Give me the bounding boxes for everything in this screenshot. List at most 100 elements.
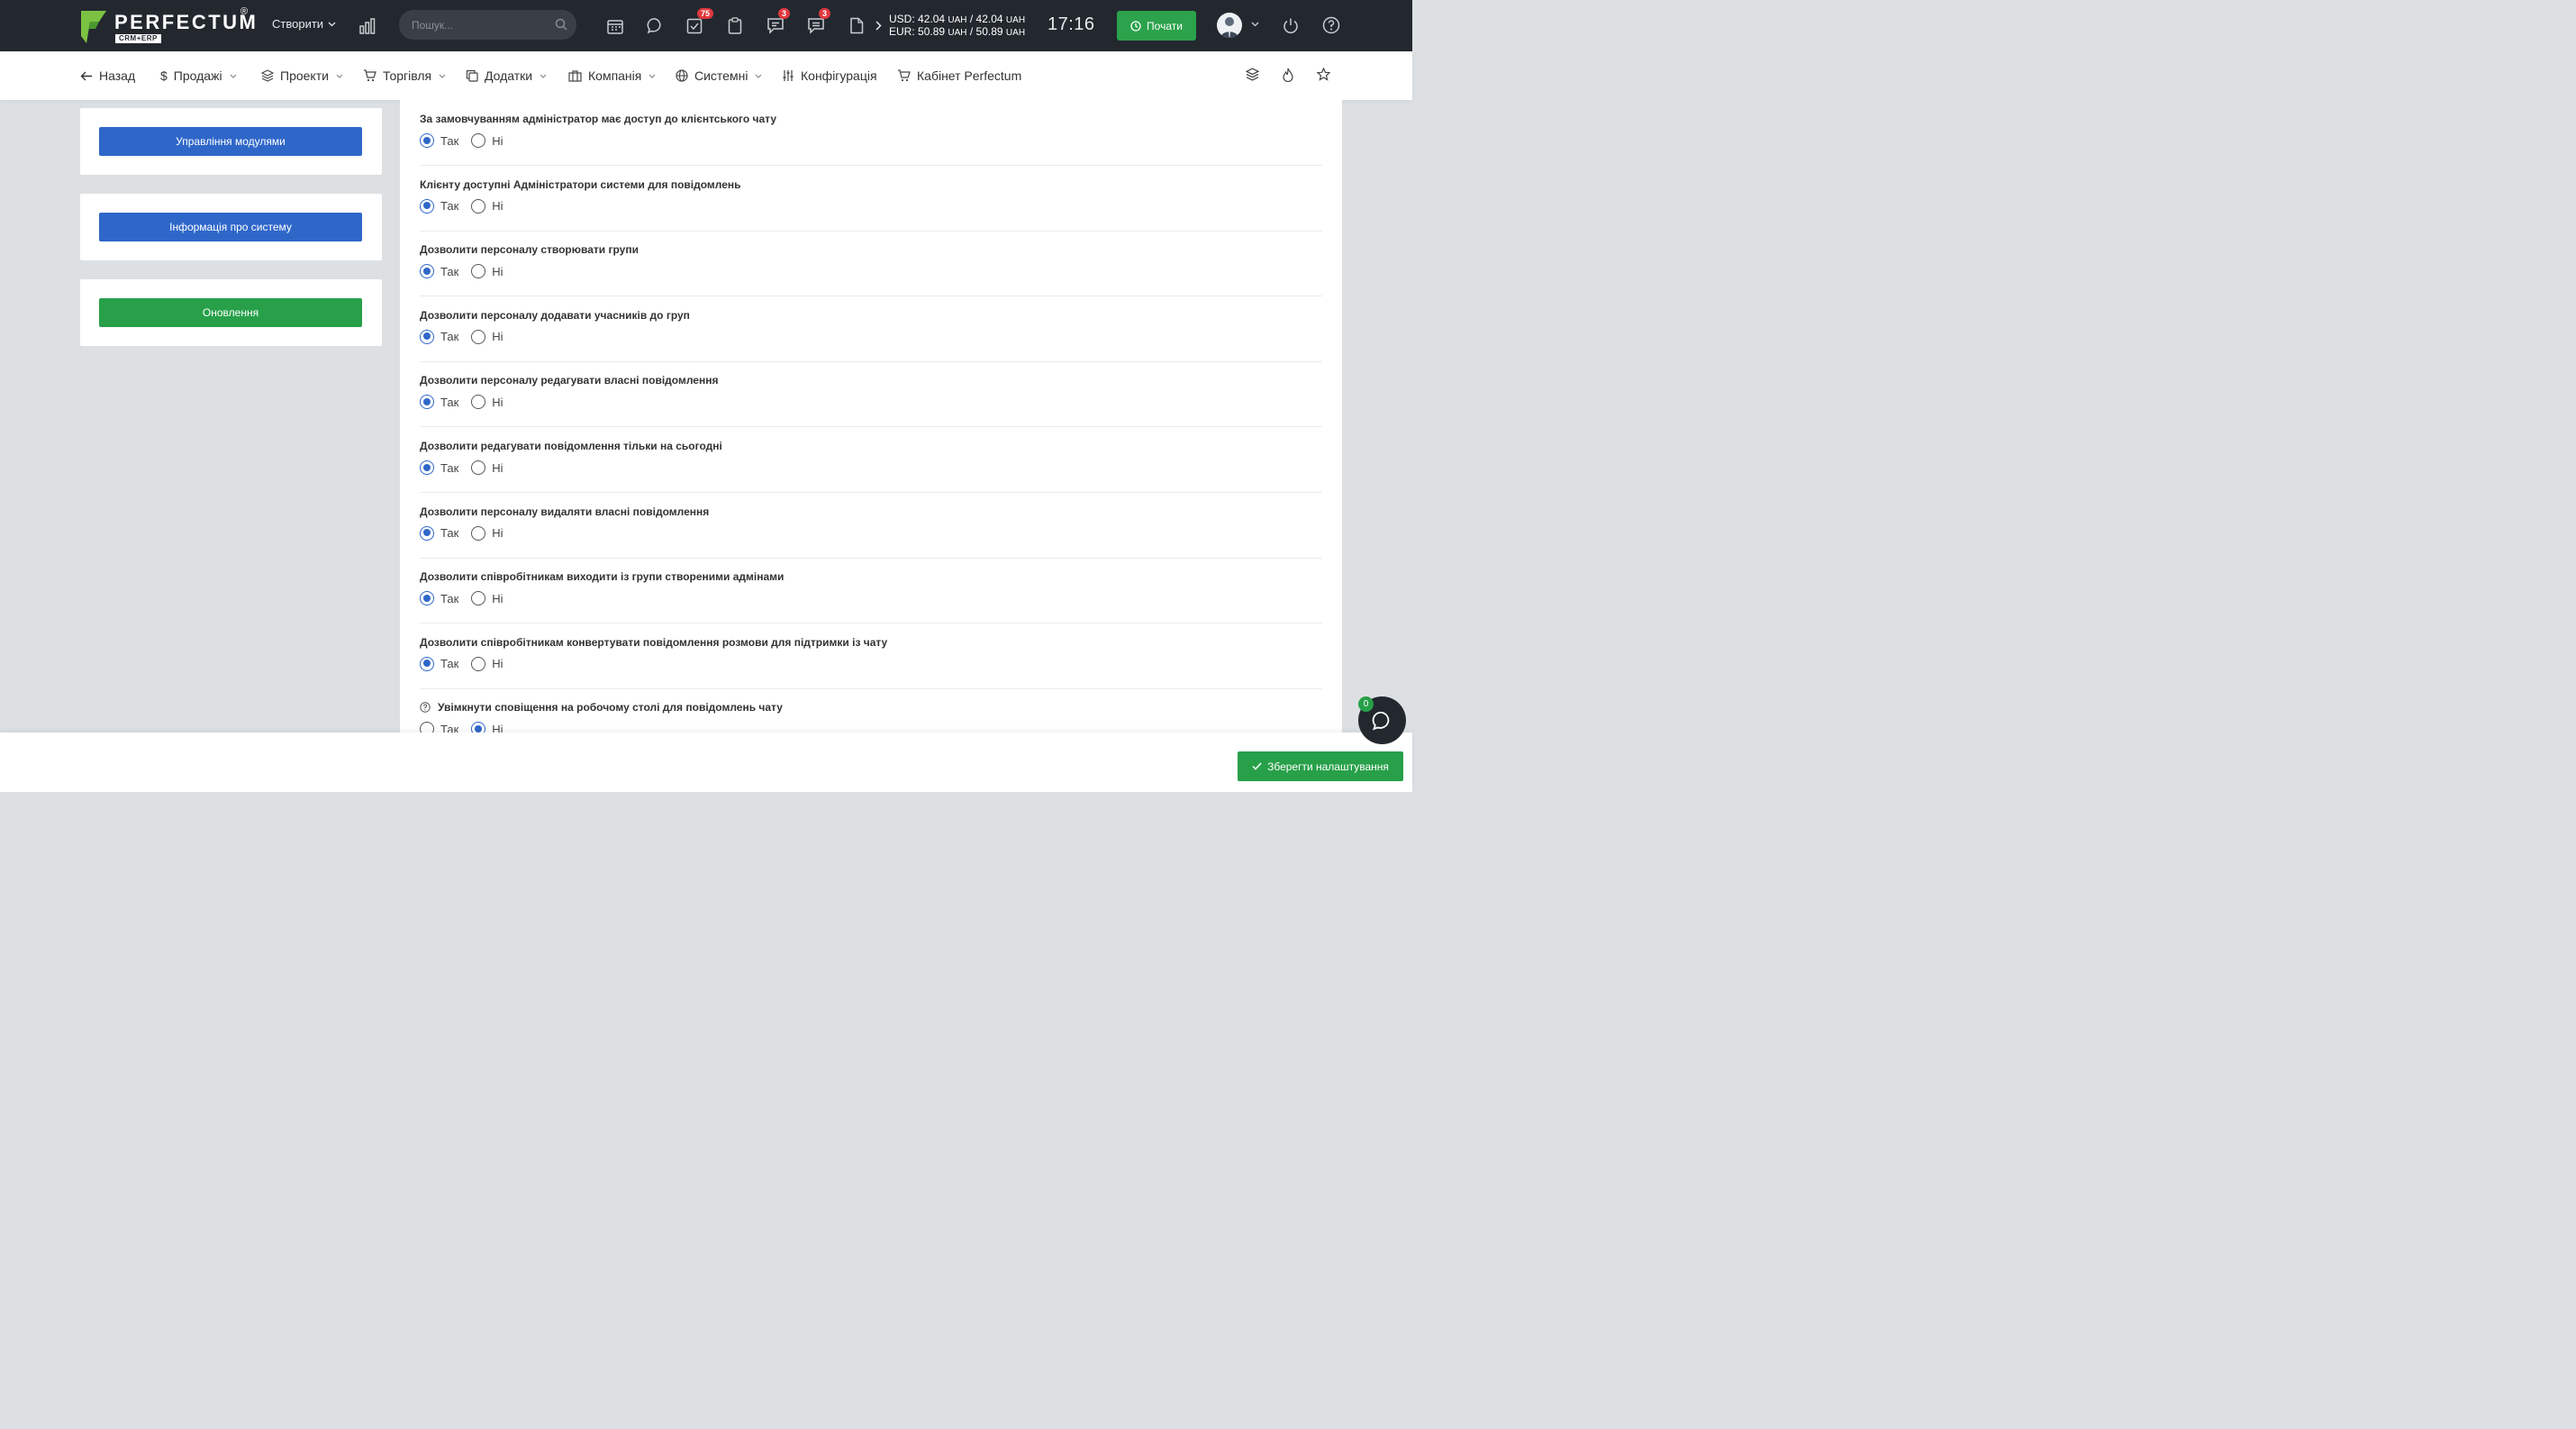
radio-option-no[interactable]: Ні xyxy=(471,460,503,475)
create-dropdown[interactable]: Створити xyxy=(272,17,336,31)
nav-sales[interactable]: $ Продажі xyxy=(160,68,237,83)
search-input[interactable] xyxy=(412,10,547,40)
radio-button-yes[interactable] xyxy=(420,460,434,475)
radio-button-no[interactable] xyxy=(471,395,486,410)
check-icon xyxy=(1252,762,1262,770)
chevron-right-icon[interactable] xyxy=(874,18,883,32)
sliders-icon xyxy=(783,70,794,81)
radio-option-yes[interactable]: Так xyxy=(420,329,458,344)
radio-group: Так Ні xyxy=(420,525,516,541)
help-icon[interactable] xyxy=(1321,15,1341,35)
search-box[interactable] xyxy=(399,10,576,40)
nav-addons-label: Додатки xyxy=(485,68,533,83)
system-info-button[interactable]: Інформація про систему xyxy=(99,213,362,241)
radio-button-yes[interactable] xyxy=(420,656,434,671)
chat-bubble-icon[interactable] xyxy=(645,15,665,35)
radio-button-no[interactable] xyxy=(471,198,486,214)
nav-config-label: Конфігурація xyxy=(801,68,877,83)
radio-option-yes[interactable]: Так xyxy=(420,656,458,671)
radio-option-yes[interactable]: Так xyxy=(420,198,458,214)
radio-label-yes: Так xyxy=(440,460,459,475)
cart-icon xyxy=(364,69,376,82)
radio-option-yes[interactable]: Так xyxy=(420,591,458,606)
avatar[interactable] xyxy=(1217,13,1242,38)
radio-group: Так Ні xyxy=(420,395,516,410)
calendar-icon[interactable] xyxy=(605,16,625,36)
radio-button-no[interactable] xyxy=(471,264,486,279)
radio-option-no[interactable]: Ні xyxy=(471,198,503,214)
setting-row: Дозволити редагувати повідомлення тільки… xyxy=(420,427,1322,493)
radio-button-yes[interactable] xyxy=(420,395,434,410)
usd-value-2: 42.04 xyxy=(975,13,1003,25)
save-settings-button[interactable]: Зберегти налаштування xyxy=(1238,751,1403,781)
clock-icon xyxy=(1130,20,1141,32)
radio-option-yes[interactable]: Так xyxy=(420,133,458,148)
radio-button-yes[interactable] xyxy=(420,133,434,148)
perfectum-logo[interactable]: PERFECTUM ® CRM+ERP xyxy=(79,6,256,47)
nav-system[interactable]: Системні xyxy=(676,68,762,83)
radio-option-yes[interactable]: Так xyxy=(420,395,458,410)
radio-button-no[interactable] xyxy=(471,460,486,475)
nav-addons[interactable]: Додатки xyxy=(466,68,547,83)
help-icon[interactable] xyxy=(420,702,431,714)
nav-back[interactable]: Назад xyxy=(80,68,135,83)
modules-button[interactable]: Управління модулями xyxy=(99,127,362,156)
radio-option-no[interactable]: Ні xyxy=(471,591,503,606)
radio-option-no[interactable]: Ні xyxy=(471,656,503,671)
eur-currency-2: UAH xyxy=(1005,28,1026,38)
messages-badge: 3 xyxy=(819,8,831,19)
radio-option-yes[interactable]: Так xyxy=(420,525,458,541)
user-menu-chevron-icon[interactable] xyxy=(1250,21,1259,28)
messages-icon[interactable]: 3 xyxy=(806,8,831,35)
radio-button-no[interactable] xyxy=(471,525,486,541)
start-timer-button[interactable]: Почати xyxy=(1117,11,1196,41)
copy-icon xyxy=(466,69,478,82)
start-label: Почати xyxy=(1147,19,1183,32)
radio-button-yes[interactable] xyxy=(420,591,434,606)
tasks-icon[interactable]: 75 xyxy=(685,8,714,35)
chat-messages-icon[interactable]: 3 xyxy=(766,8,791,35)
radio-button-no[interactable] xyxy=(471,133,486,148)
reports-chart-icon[interactable] xyxy=(358,16,377,36)
nav-projects[interactable]: Проекти xyxy=(261,68,343,83)
nav-config[interactable]: Конфігурація xyxy=(782,68,877,83)
nav-cabinet-label: Кабінет Perfectum xyxy=(917,68,1022,83)
chat-bubble-icon xyxy=(1372,711,1389,730)
nav-system-label: Системні xyxy=(694,68,748,83)
star-icon[interactable] xyxy=(1316,67,1331,86)
fire-icon[interactable] xyxy=(1282,68,1294,86)
nav-cabinet[interactable]: Кабінет Perfectum xyxy=(897,68,1021,83)
setting-label-text: Увімкнути сповіщення на робочому столі д… xyxy=(438,701,783,714)
radio-option-no[interactable]: Ні xyxy=(471,329,503,344)
layers-icon[interactable] xyxy=(1245,68,1260,86)
updates-button[interactable]: Оновлення xyxy=(99,298,362,327)
radio-option-no[interactable]: Ні xyxy=(471,133,503,148)
radio-button-yes[interactable] xyxy=(420,329,434,344)
radio-button-yes[interactable] xyxy=(420,198,434,214)
radio-group: Так Ні xyxy=(420,460,516,475)
setting-row: Дозволити співробітникам виходити із гру… xyxy=(420,558,1322,624)
search-icon[interactable] xyxy=(555,18,567,31)
radio-button-no[interactable] xyxy=(471,591,486,606)
radio-button-no[interactable] xyxy=(471,656,486,671)
nav-company[interactable]: Компанія xyxy=(568,68,656,83)
power-icon[interactable] xyxy=(1281,15,1301,35)
radio-option-yes[interactable]: Так xyxy=(420,264,458,279)
radio-option-no[interactable]: Ні xyxy=(471,264,503,279)
nav-trade[interactable]: Торгівля xyxy=(363,68,446,83)
radio-button-no[interactable] xyxy=(471,329,486,344)
logo-registered: ® xyxy=(240,6,249,17)
clipboard-icon[interactable] xyxy=(725,15,745,35)
document-icon[interactable] xyxy=(847,15,866,35)
radio-option-no[interactable]: Ні xyxy=(471,525,503,541)
radio-label-yes: Так xyxy=(440,133,459,148)
radio-button-yes[interactable] xyxy=(420,525,434,541)
nav-projects-label: Проекти xyxy=(280,68,329,83)
radio-option-yes[interactable]: Так xyxy=(420,460,458,475)
setting-label: Дозволити персоналу додавати учасників д… xyxy=(420,308,690,322)
radio-option-no[interactable]: Ні xyxy=(471,395,503,410)
radio-group: Так Ні xyxy=(420,264,516,279)
setting-label: Дозволити персоналу редагувати власні по… xyxy=(420,374,719,387)
radio-group: Так Ні xyxy=(420,591,516,606)
radio-button-yes[interactable] xyxy=(420,264,434,279)
